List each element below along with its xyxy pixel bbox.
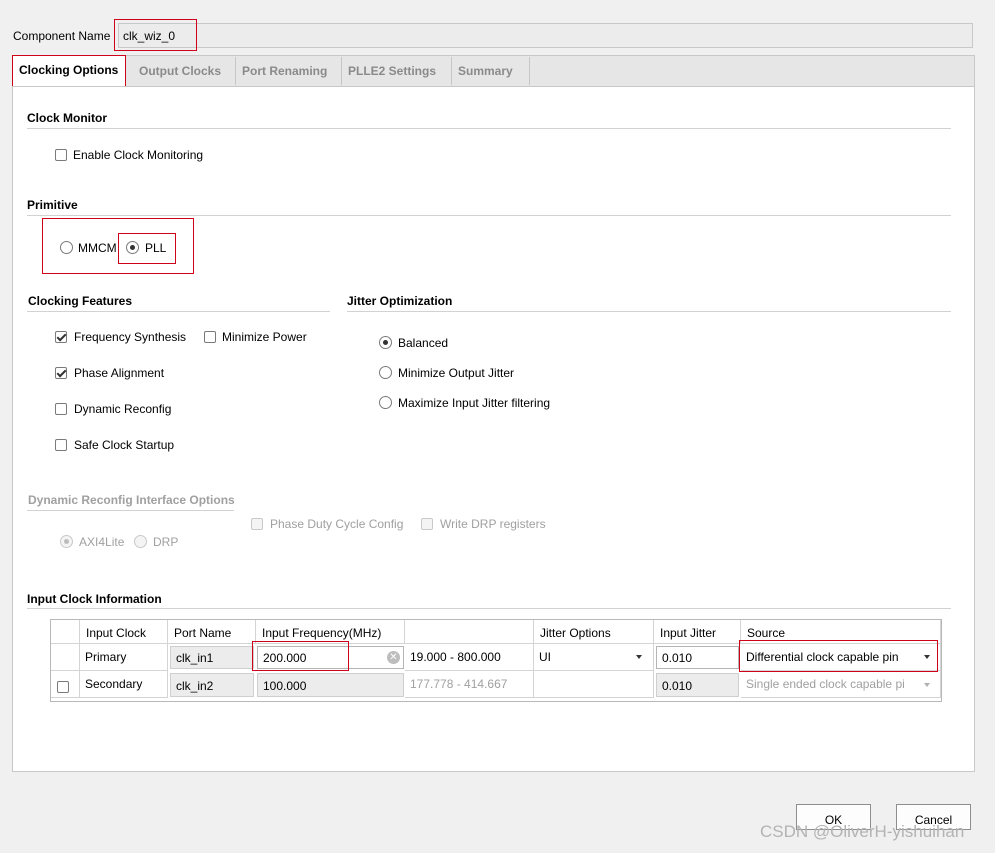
dropdown-arrow-icon — [924, 683, 930, 687]
axi4lite-radio[interactable] — [60, 535, 73, 548]
input-clock-info-title: Input Clock Information — [27, 592, 162, 606]
frequency-synthesis-label: Frequency Synthesis — [74, 330, 187, 344]
pll-label: PLL — [145, 241, 167, 255]
axi4lite-label: AXI4Lite — [79, 535, 125, 549]
dynamic-reconfig-label: Dynamic Reconfig — [74, 402, 172, 416]
safe-clock-startup-checkbox[interactable] — [55, 439, 67, 451]
secondary-frequency-input[interactable]: 100.000 — [257, 673, 404, 697]
primary-frequency-input[interactable]: 200.000 — [257, 646, 404, 669]
secondary-frequency-range: 177.778 - 414.667 — [405, 671, 534, 698]
phase-alignment-label: Phase Alignment — [74, 366, 165, 380]
table-row-primary-select — [51, 644, 80, 671]
divider — [27, 311, 330, 312]
drp-radio[interactable] — [134, 535, 147, 548]
primary-port-name-field[interactable]: clk_in1 — [170, 646, 254, 669]
mmcm-radio[interactable] — [60, 241, 73, 254]
phase-alignment-checkbox[interactable] — [55, 367, 67, 379]
table-header-source: Source — [741, 620, 941, 644]
maximize-input-jitter-radio[interactable] — [379, 396, 392, 409]
minimize-output-jitter-radio[interactable] — [379, 366, 392, 379]
balanced-label: Balanced — [398, 336, 449, 350]
minimize-output-jitter-label: Minimize Output Jitter — [398, 366, 515, 380]
table-header-input-frequency: Input Frequency(MHz) — [256, 620, 405, 644]
divider — [27, 510, 234, 511]
primary-frequency-range: 19.000 - 800.000 — [405, 644, 534, 671]
primitive-title: Primitive — [27, 198, 78, 212]
jitter-optimization-title: Jitter Optimization — [347, 294, 453, 308]
tab-summary[interactable]: Summary — [452, 57, 530, 85]
clocking-features-title: Clocking Features — [28, 294, 133, 308]
pll-radio[interactable] — [126, 241, 139, 254]
safe-clock-startup-label: Safe Clock Startup — [74, 438, 175, 452]
frequency-synthesis-checkbox[interactable] — [55, 331, 67, 343]
divider — [27, 608, 951, 609]
secondary-input-jitter-input[interactable]: 0.010 — [656, 673, 739, 697]
minimize-power-label: Minimize Power — [222, 330, 307, 344]
primary-source-select[interactable]: Differential clock capable pin — [741, 644, 941, 671]
divider — [27, 215, 951, 216]
secondary-clock-name: Secondary — [80, 671, 168, 698]
table-header-input-clock: Input Clock — [80, 620, 168, 644]
tab-output-clocks[interactable]: Output Clocks — [133, 57, 236, 85]
dynamic-reconfig-interface-title: Dynamic Reconfig Interface Options — [28, 493, 235, 507]
tab-clocking-options[interactable]: Clocking Options — [12, 55, 126, 86]
watermark: CSDN @OliverH-yishuihan — [760, 822, 965, 841]
secondary-jitter-options-select[interactable] — [534, 671, 654, 698]
primary-input-jitter-input[interactable]: 0.010 — [656, 646, 739, 669]
drp-label: DRP — [153, 535, 179, 549]
table-header-port-name: Port Name — [168, 620, 256, 644]
table-header-select — [51, 620, 80, 644]
primary-clock-name: Primary — [80, 644, 168, 671]
maximize-input-jitter-label: Maximize Input Jitter filtering — [398, 396, 551, 410]
tab-plle2-settings[interactable]: PLLE2 Settings — [342, 57, 452, 85]
divider — [347, 311, 951, 312]
enable-clock-monitoring-checkbox[interactable] — [55, 149, 67, 161]
component-name-label: Component Name — [13, 29, 111, 43]
secondary-source-select[interactable]: Single ended clock capable pi — [741, 671, 941, 698]
minimize-power-checkbox[interactable] — [204, 331, 216, 343]
write-drp-registers-checkbox[interactable] — [421, 518, 433, 530]
secondary-port-name-field[interactable]: clk_in2 — [170, 673, 254, 697]
phase-duty-cycle-checkbox[interactable] — [251, 518, 263, 530]
dropdown-arrow-icon — [636, 655, 642, 659]
balanced-radio[interactable] — [379, 336, 392, 349]
clock-monitor-title: Clock Monitor — [27, 111, 107, 125]
tab-port-renaming[interactable]: Port Renaming — [236, 57, 342, 85]
enable-clock-monitoring-label: Enable Clock Monitoring — [73, 148, 204, 162]
table-header-jitter-options: Jitter Options — [534, 620, 654, 644]
write-drp-registers-label: Write DRP registers — [440, 517, 546, 531]
divider — [27, 128, 951, 129]
mmcm-label: MMCM — [78, 241, 117, 255]
dropdown-arrow-icon — [924, 655, 930, 659]
clear-icon[interactable]: ✕ — [387, 651, 400, 664]
table-header-range — [405, 620, 534, 644]
component-name-field[interactable]: clk_wiz_0 — [118, 23, 973, 48]
phase-duty-cycle-label: Phase Duty Cycle Config — [270, 517, 404, 531]
secondary-enable-checkbox[interactable] — [57, 681, 69, 693]
table-header-input-jitter: Input Jitter — [654, 620, 741, 644]
dynamic-reconfig-checkbox[interactable] — [55, 403, 67, 415]
